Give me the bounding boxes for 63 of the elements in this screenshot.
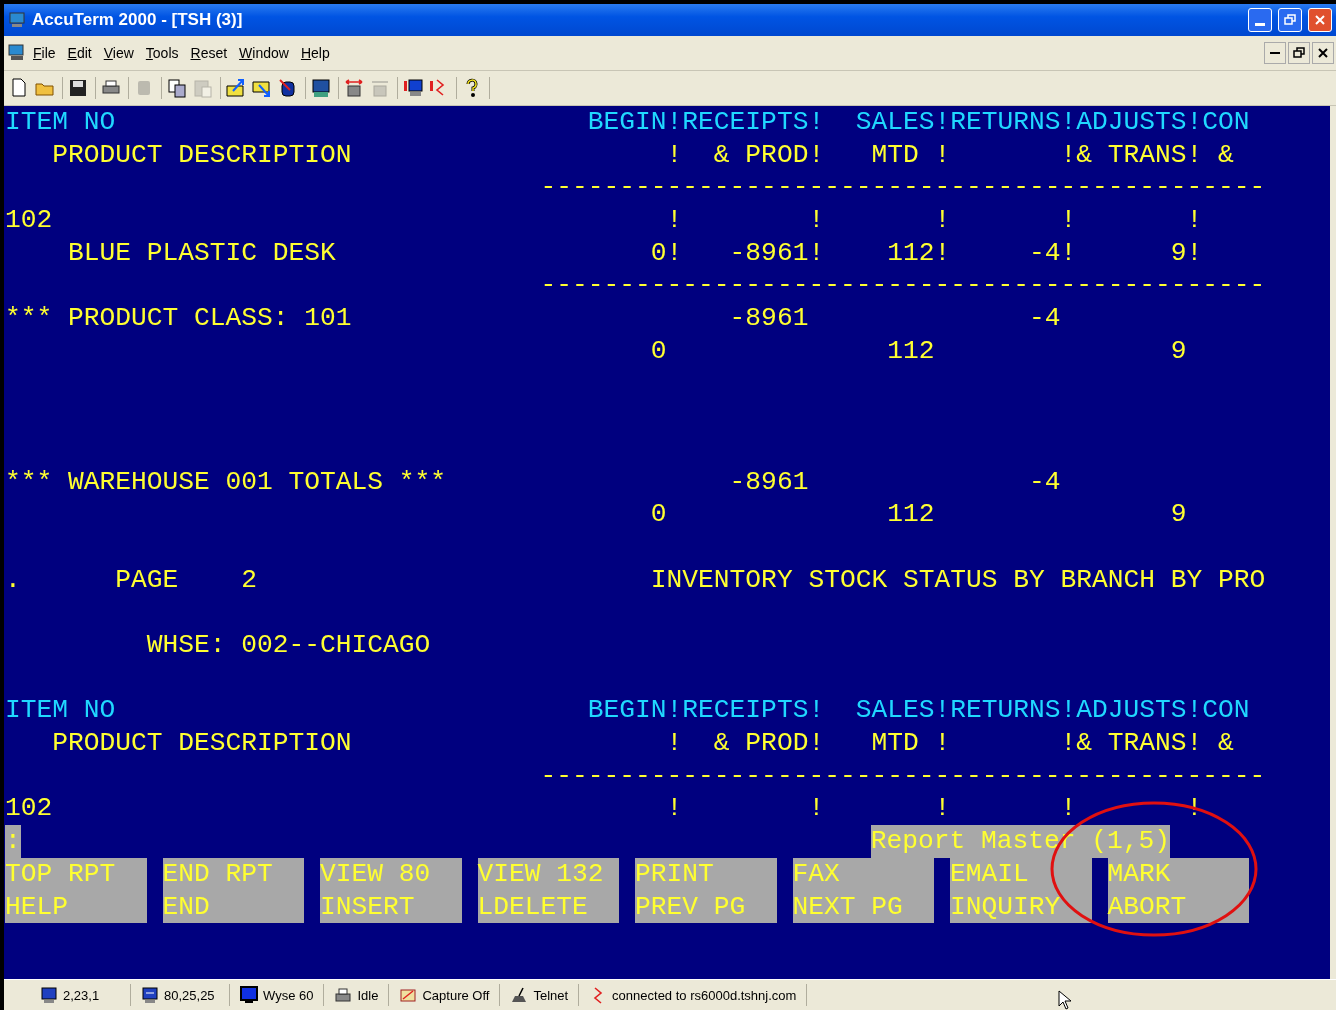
- folder-arrow-icon: [225, 77, 247, 99]
- plug-icon: [510, 986, 529, 1004]
- alert-monitor-icon: [402, 77, 424, 99]
- function-key[interactable]: VIEW 80 INSERT: [320, 857, 462, 924]
- copy-icon: [166, 77, 188, 99]
- status-text: 80,25,25: [164, 987, 215, 1003]
- function-key[interactable]: END RPT END: [162, 857, 305, 924]
- status-text: Idle: [357, 987, 379, 1003]
- status-text: 2,23,1: [63, 987, 100, 1003]
- terminal-line: *** WAREHOUSE 001 TOTALS *** -8961 -4: [5, 465, 1062, 499]
- close-icon: [1317, 47, 1329, 59]
- terminal-line: ----------------------------------------------: [539, 759, 1267, 793]
- paste-icon: [192, 77, 214, 99]
- menu-item[interactable]: Edit: [62, 43, 97, 63]
- function-key[interactable]: FAX NEXT PG: [792, 857, 935, 924]
- minimize-icon: [1270, 52, 1280, 54]
- minimize-icon: [1255, 23, 1265, 26]
- menu-item[interactable]: Reset: [185, 43, 233, 63]
- function-key[interactable]: PRINT PREV PG: [635, 857, 777, 924]
- menu-item[interactable]: View: [98, 43, 139, 63]
- terminal-line: 102 ! ! ! ! !: [5, 204, 1204, 237]
- monitor-icon: [310, 77, 332, 99]
- restore-icon: [1293, 47, 1305, 59]
- terminal-line: 0 112 9: [649, 334, 1188, 368]
- close-icon: [1314, 14, 1326, 26]
- restore-button[interactable]: [1288, 42, 1310, 64]
- function-key[interactable]: TOP RPT HELP: [5, 857, 147, 924]
- close-button[interactable]: [1312, 42, 1334, 64]
- terminal-line: WHSE: 002--CHICAGO: [145, 629, 432, 662]
- terminal-line: BLUE PLASTIC DESK 0! -8961! 112! -4! 9!: [67, 236, 1204, 270]
- status-text: Wyse 60: [263, 987, 314, 1003]
- menu-item[interactable]: File: [28, 43, 61, 63]
- terminal-line: . PAGE 2 INVENTORY STOCK STATUS BY BRANCH BY PRO: [5, 563, 1267, 597]
- terminal-app-icon: [8, 11, 26, 29]
- monitor-icon: [240, 986, 258, 1004]
- printer-icon: [334, 986, 353, 1004]
- terminal-icon[interactable]: [6, 43, 26, 63]
- terminal-line: ITEM NO BEGIN!RECEIPTS! SALES!RETURNS!ADJUSTS!CON: [5, 694, 1251, 728]
- function-key[interactable]: EMAIL INQUIRY: [950, 857, 1092, 924]
- toolbar-button[interactable]: [310, 77, 332, 99]
- window-title: AccuTerm 2000 - [TSH (3)]: [32, 10, 244, 30]
- terminal-line: *** PRODUCT CLASS: 101 -8961 -4: [5, 302, 1062, 335]
- monitor-icon: [141, 986, 159, 1004]
- monitor-icon: [40, 986, 58, 1004]
- toolbar-button[interactable]: [166, 77, 188, 99]
- menu-item[interactable]: Tools: [140, 43, 184, 63]
- terminal-line: ITEM NO BEGIN!RECEIPTS! SALES!RETURNS!ADJUSTS!CON: [5, 106, 1251, 139]
- terminal-line: ----------------------------------------------: [539, 171, 1267, 205]
- terminal-line: PRODUCT DESCRIPTION ! & PROD! MTD ! !& TRANS! &: [51, 138, 1235, 172]
- menu-item[interactable]: Window: [234, 43, 294, 63]
- prompt-marker: :: [5, 825, 21, 858]
- status-text: Capture Off: [422, 987, 490, 1003]
- status-text: Telnet: [533, 987, 569, 1003]
- menu-item[interactable]: Help: [295, 43, 335, 63]
- minimize-button[interactable]: [1264, 42, 1286, 64]
- terminal-line: ----------------------------------------------: [539, 269, 1267, 303]
- terminal-line: PRODUCT DESCRIPTION ! & PROD! MTD ! !& TRANS! &: [51, 727, 1235, 760]
- toolbar-button[interactable]: [402, 77, 424, 99]
- mouse-pointer-icon: [1058, 990, 1074, 1010]
- toolbar-button[interactable]: [67, 77, 89, 99]
- terminal-line: 0 112 9: [649, 498, 1188, 531]
- restore-icon: [1284, 14, 1296, 26]
- status-text: connected to rs6000d.tshnj.com: [612, 987, 797, 1003]
